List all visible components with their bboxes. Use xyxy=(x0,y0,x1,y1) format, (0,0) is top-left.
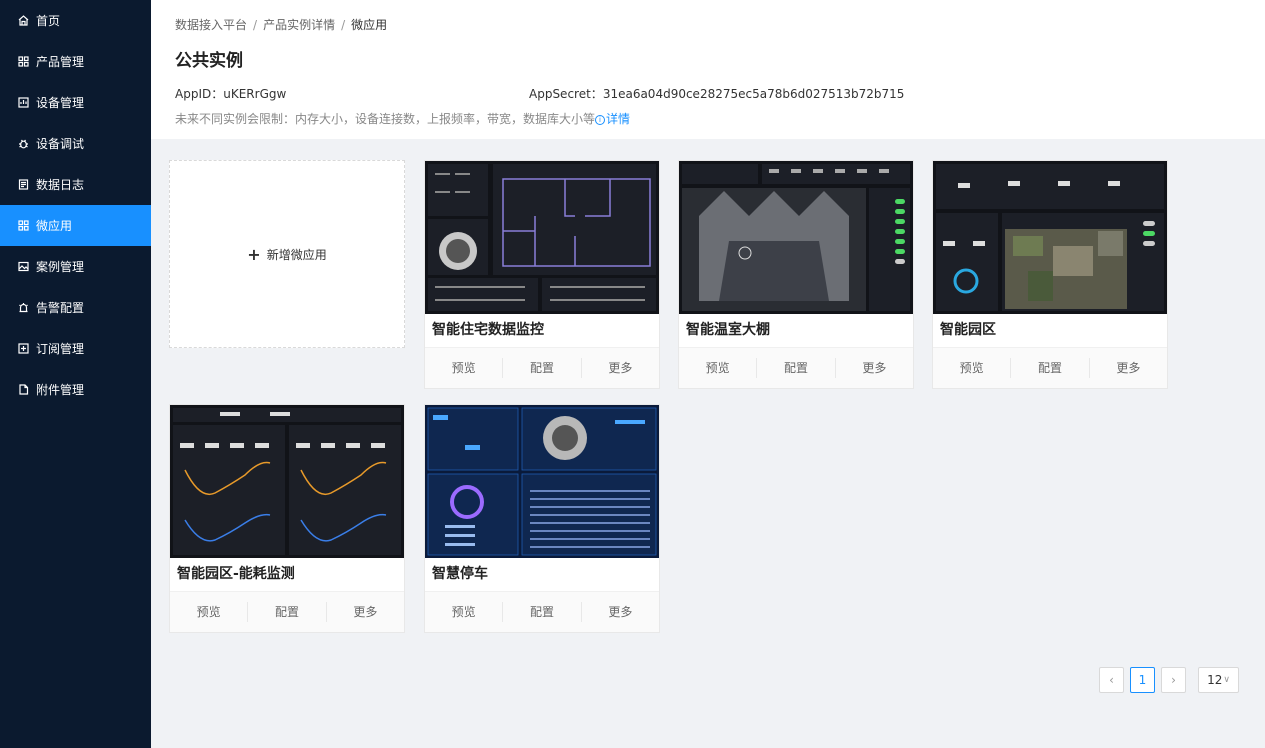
sidebar-item-label: 微应用 xyxy=(36,219,73,233)
card-title: 智能温室大棚 xyxy=(679,314,913,348)
chevron-right-icon: › xyxy=(1171,673,1176,687)
info-icon: i xyxy=(595,114,606,125)
app-card-park: 智能园区 预览 配置 更多 xyxy=(932,160,1168,389)
card-actions: 预览 配置 更多 xyxy=(679,348,913,388)
page-1-button[interactable]: 1 xyxy=(1130,667,1155,693)
more-button[interactable]: 更多 xyxy=(1090,358,1167,378)
sidebar-item-label: 案例管理 xyxy=(36,260,85,274)
thumb-parking[interactable] xyxy=(425,405,659,558)
sidebar-item-debug[interactable]: 设备调试 xyxy=(0,123,151,164)
thumb-greenhouse[interactable] xyxy=(679,161,913,314)
more-button[interactable]: 更多 xyxy=(582,358,659,378)
log-icon xyxy=(18,179,29,190)
sidebar: 首页 产品管理 设备管理 设备调试 数据日志 微应用 案例管理 告警配置 订阅管… xyxy=(0,0,151,748)
more-button[interactable]: 更多 xyxy=(327,602,404,622)
apps-icon xyxy=(18,220,29,231)
sidebar-item-product[interactable]: 产品管理 xyxy=(0,41,151,82)
card-actions: 预览 配置 更多 xyxy=(170,592,404,632)
sidebar-item-subscribe[interactable]: 订阅管理 xyxy=(0,328,151,369)
card-title: 智能园区-能耗监测 xyxy=(170,558,404,592)
config-button[interactable]: 配置 xyxy=(503,358,582,378)
app-card-greenhouse: 智能温室大棚 预览 配置 更多 xyxy=(678,160,914,389)
breadcrumb: 数据接入平台 / 产品实例详情 / 微应用 xyxy=(175,16,387,33)
sidebar-item-label: 订阅管理 xyxy=(36,342,85,356)
breadcrumb-item-platform[interactable]: 数据接入平台 xyxy=(175,18,247,32)
device-icon xyxy=(18,97,29,108)
image-icon xyxy=(18,261,29,272)
sidebar-item-device[interactable]: 设备管理 xyxy=(0,82,151,123)
next-page-button[interactable]: › xyxy=(1161,667,1186,693)
breadcrumb-item-instance[interactable]: 产品实例详情 xyxy=(263,18,335,32)
limit-note: 未来不同实例会限制：内存大小，设备连接数，上报频率，带宽，数据库大小等 i 详情 xyxy=(175,110,630,127)
config-button[interactable]: 配置 xyxy=(757,358,836,378)
appsecret-value: 31ea6a04d90ce28275ec5a78b6d027513b72b715 xyxy=(602,87,905,101)
alarm-icon xyxy=(18,302,29,313)
detail-link[interactable]: i 详情 xyxy=(595,112,630,126)
page-header: 数据接入平台 / 产品实例详情 / 微应用 公共实例 AppID：uKERrGgw Ap… xyxy=(151,0,1265,139)
sidebar-item-label: 设备调试 xyxy=(36,137,85,151)
sidebar-item-label: 设备管理 xyxy=(36,96,85,110)
bug-icon xyxy=(18,138,29,149)
more-button[interactable]: 更多 xyxy=(582,602,659,622)
card-title: 智能住宅数据监控 xyxy=(425,314,659,348)
card-title: 智能园区 xyxy=(933,314,1167,348)
card-actions: 预览 配置 更多 xyxy=(425,592,659,632)
config-button[interactable]: 配置 xyxy=(503,602,582,622)
preview-button[interactable]: 预览 xyxy=(170,602,249,622)
sidebar-item-label: 产品管理 xyxy=(36,55,85,69)
appsecret-row: AppSecret：31ea6a04d90ce28275ec5a78b6d027… xyxy=(529,85,904,102)
breadcrumb-separator: / xyxy=(341,18,346,32)
thumb-residential[interactable] xyxy=(425,161,659,314)
sidebar-item-attachment[interactable]: 附件管理 xyxy=(0,369,151,410)
add-microapp-button[interactable]: + 新增微应用 xyxy=(169,160,405,348)
app-card-energy: 智能园区-能耗监测 预览 配置 更多 xyxy=(169,404,405,633)
preview-button[interactable]: 预览 xyxy=(933,358,1012,378)
breadcrumb-item-current: 微应用 xyxy=(351,18,388,32)
appid-row: AppID：uKERrGgw xyxy=(175,85,286,102)
config-button[interactable]: 配置 xyxy=(1011,358,1090,378)
plus-icon: + xyxy=(247,244,261,264)
card-actions: 预览 配置 更多 xyxy=(933,348,1167,388)
config-button[interactable]: 配置 xyxy=(248,602,327,622)
add-microapp-label: 新增微应用 xyxy=(266,247,327,262)
pagination: ‹ 1 › 12 ∨ xyxy=(1099,667,1239,693)
page-size-value: 12 xyxy=(1207,673,1223,687)
sidebar-item-label: 附件管理 xyxy=(36,383,85,397)
thumb-energy[interactable] xyxy=(170,405,404,558)
sidebar-item-home[interactable]: 首页 xyxy=(0,0,151,41)
more-button[interactable]: 更多 xyxy=(836,358,913,378)
sidebar-item-microapp[interactable]: 微应用 xyxy=(0,205,151,246)
card-title: 智慧停车 xyxy=(425,558,659,592)
chevron-down-icon: ∨ xyxy=(1223,675,1230,685)
limit-note-text: 未来不同实例会限制：内存大小，设备连接数，上报频率，带宽，数据库大小等 xyxy=(175,112,596,126)
preview-button[interactable]: 预览 xyxy=(679,358,758,378)
sidebar-item-label: 数据日志 xyxy=(36,178,85,192)
appid-value: uKERrGgw xyxy=(223,87,287,101)
sidebar-item-label: 告警配置 xyxy=(36,301,85,315)
chevron-left-icon: ‹ xyxy=(1109,673,1114,687)
page-title: 公共实例 xyxy=(175,51,243,71)
appid-label: AppID： xyxy=(175,87,224,101)
sidebar-item-case[interactable]: 案例管理 xyxy=(0,246,151,287)
thumb-park[interactable] xyxy=(933,161,1167,314)
breadcrumb-separator: / xyxy=(253,18,258,32)
appsecret-label: AppSecret： xyxy=(529,87,603,101)
sidebar-item-alarm[interactable]: 告警配置 xyxy=(0,287,151,328)
home-icon xyxy=(18,15,29,26)
sidebar-item-datalog[interactable]: 数据日志 xyxy=(0,164,151,205)
app-card-parking: 智慧停车 预览 配置 更多 xyxy=(424,404,660,633)
detail-link-label: 详情 xyxy=(606,112,631,126)
preview-button[interactable]: 预览 xyxy=(425,358,504,378)
preview-button[interactable]: 预览 xyxy=(425,602,504,622)
prev-page-button[interactable]: ‹ xyxy=(1099,667,1124,693)
card-actions: 预览 配置 更多 xyxy=(425,348,659,388)
file-icon xyxy=(18,384,29,395)
grid-icon xyxy=(18,56,29,67)
subscribe-icon xyxy=(18,343,29,354)
page-size-select[interactable]: 12 ∨ xyxy=(1198,667,1239,693)
app-card-residential: 智能住宅数据监控 预览 配置 更多 xyxy=(424,160,660,389)
sidebar-item-label: 首页 xyxy=(36,14,61,28)
